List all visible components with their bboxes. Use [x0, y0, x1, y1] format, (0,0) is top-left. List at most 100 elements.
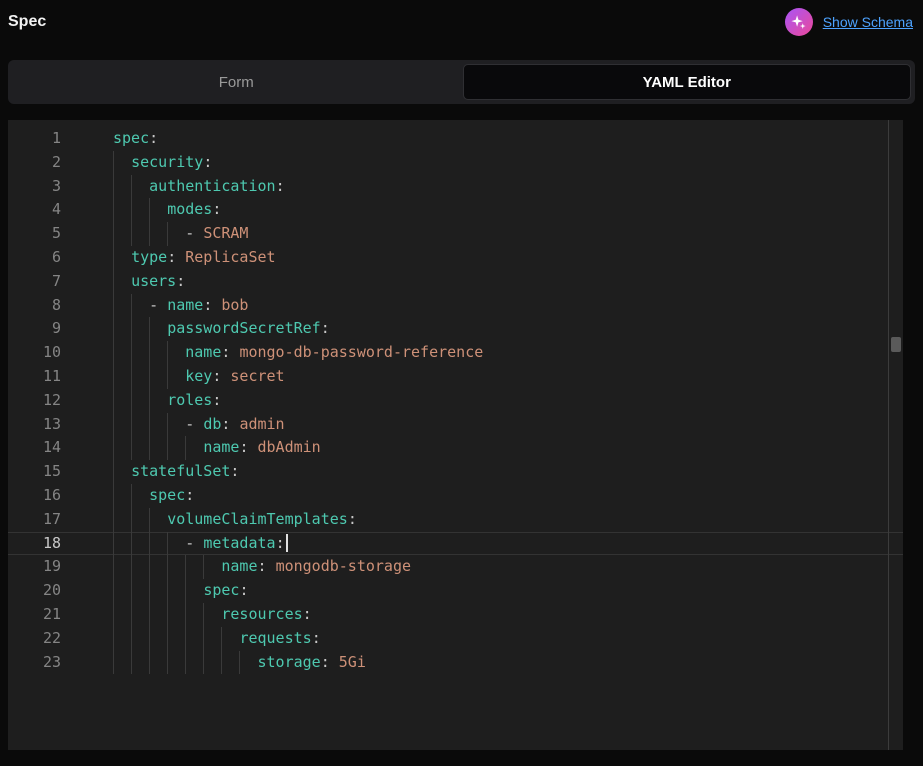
code-line[interactable]: 21 resources:: [8, 603, 903, 627]
token-punct: -: [185, 224, 203, 242]
code-line[interactable]: 18 - metadata:: [8, 532, 903, 556]
token-key: name: [203, 438, 239, 456]
indent-guide: [113, 651, 114, 675]
indent-guide: [113, 413, 114, 437]
line-content: volumeClaimTemplates:: [113, 508, 357, 532]
token-punct: :: [348, 510, 357, 528]
code-text: name: mongo-db-password-reference: [113, 343, 483, 361]
indent-guide: [167, 436, 168, 460]
line-number: 17: [8, 508, 61, 532]
code-line[interactable]: 7 users:: [8, 270, 903, 294]
code-line[interactable]: 17 volumeClaimTemplates:: [8, 508, 903, 532]
token-punct: :: [203, 296, 221, 314]
line-content: spec:: [113, 127, 158, 151]
tab-form[interactable]: Form: [12, 64, 461, 100]
indent-guide: [113, 508, 114, 532]
sparkle-glyph: [790, 14, 807, 31]
line-content: users:: [113, 270, 185, 294]
token-punct: :: [149, 129, 158, 147]
line-number: 16: [8, 484, 61, 508]
indent-guide: [167, 579, 168, 603]
indent-guide: [203, 627, 204, 651]
indent-guide: [167, 627, 168, 651]
code-line[interactable]: 10 name: mongo-db-password-reference: [8, 341, 903, 365]
line-content: spec:: [113, 579, 248, 603]
code-line[interactable]: 2 security:: [8, 151, 903, 175]
indent-guide: [113, 532, 114, 556]
code-line[interactable]: 5 - SCRAM: [8, 222, 903, 246]
code-line[interactable]: 12 roles:: [8, 389, 903, 413]
code-line[interactable]: 4 modes:: [8, 198, 903, 222]
code-line[interactable]: 9 passwordSecretRef:: [8, 317, 903, 341]
token-value: SCRAM: [203, 224, 248, 242]
indent-guide: [167, 603, 168, 627]
code-text: name: dbAdmin: [113, 438, 321, 456]
indent-guide: [113, 294, 114, 318]
code-line[interactable]: 13 - db: admin: [8, 413, 903, 437]
line-content: authentication:: [113, 175, 285, 199]
token-value: ReplicaSet: [185, 248, 275, 266]
token-value: admin: [239, 415, 284, 433]
token-punct: :: [212, 391, 221, 409]
line-number: 7: [8, 270, 61, 294]
yaml-editor[interactable]: 1spec:2 security:3 authentication:4 mode…: [8, 120, 903, 750]
indent-guide: [113, 460, 114, 484]
code-line[interactable]: 22 requests:: [8, 627, 903, 651]
indent-guide: [167, 365, 168, 389]
show-schema-link[interactable]: Show Schema: [823, 14, 913, 30]
token-punct: :: [212, 367, 230, 385]
code-line[interactable]: 8 - name: bob: [8, 294, 903, 318]
line-content: security:: [113, 151, 212, 175]
scrollbar-thumb[interactable]: [891, 337, 901, 352]
token-punct: :: [312, 629, 321, 647]
code-text: passwordSecretRef:: [113, 319, 330, 337]
code-line[interactable]: 15 statefulSet:: [8, 460, 903, 484]
indent-guide: [113, 484, 114, 508]
token-punct: :: [239, 581, 248, 599]
token-punct: -: [185, 534, 203, 552]
code-text: users:: [113, 272, 185, 290]
code-line[interactable]: 23 storage: 5Gi: [8, 651, 903, 675]
line-content: modes:: [113, 198, 221, 222]
ai-sparkle-icon[interactable]: [785, 8, 813, 36]
token-key: spec: [149, 486, 185, 504]
token-value: 5Gi: [339, 653, 366, 671]
tab-yaml-editor[interactable]: YAML Editor: [463, 64, 912, 100]
token-key: metadata: [203, 534, 275, 552]
token-punct: :: [203, 153, 212, 171]
token-key: spec: [203, 581, 239, 599]
indent-guide: [131, 627, 132, 651]
indent-guide: [149, 365, 150, 389]
line-content: - SCRAM: [113, 222, 248, 246]
indent-guide: [149, 627, 150, 651]
line-content: - metadata:: [113, 532, 288, 556]
line-content: resources:: [113, 603, 312, 627]
line-content: passwordSecretRef:: [113, 317, 330, 341]
code-line[interactable]: 11 key: secret: [8, 365, 903, 389]
code-line[interactable]: 3 authentication:: [8, 175, 903, 199]
indent-guide: [167, 532, 168, 556]
code-line[interactable]: 20 spec:: [8, 579, 903, 603]
code-line[interactable]: 14 name: dbAdmin: [8, 436, 903, 460]
line-number: 15: [8, 460, 61, 484]
token-key: name: [167, 296, 203, 314]
code-line[interactable]: 19 name: mongodb-storage: [8, 555, 903, 579]
token-punct: :: [303, 605, 312, 623]
code-line[interactable]: 1spec:: [8, 127, 903, 151]
token-value: bob: [221, 296, 248, 314]
token-punct: :: [185, 486, 194, 504]
token-key: passwordSecretRef: [167, 319, 321, 337]
code-text: spec:: [113, 581, 248, 599]
code-text: statefulSet:: [113, 462, 239, 480]
code-text: type: ReplicaSet: [113, 248, 276, 266]
indent-guide: [113, 365, 114, 389]
line-content: name: mongodb-storage: [113, 555, 411, 579]
indent-guide: [239, 651, 240, 675]
code-line[interactable]: 6 type: ReplicaSet: [8, 246, 903, 270]
code-text: resources:: [113, 605, 312, 623]
indent-guide: [149, 222, 150, 246]
token-key: spec: [113, 129, 149, 147]
code-text: security:: [113, 153, 212, 171]
code-line[interactable]: 16 spec:: [8, 484, 903, 508]
indent-guide: [131, 294, 132, 318]
